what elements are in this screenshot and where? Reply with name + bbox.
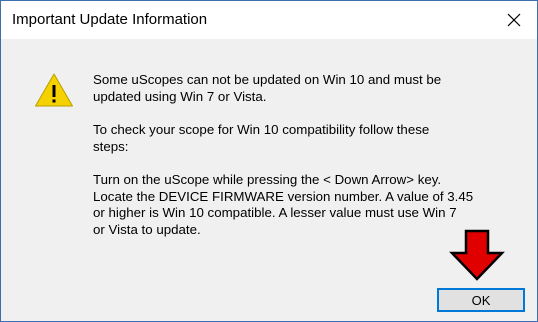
title-bar[interactable]: Important Update Information xyxy=(1,1,537,39)
window-title: Important Update Information xyxy=(12,11,208,28)
message-paragraph-3: Turn on the uScope while pressing the < … xyxy=(93,172,474,237)
warning-icon xyxy=(35,73,73,107)
message-paragraph-2: To check your scope for Win 10 compatibi… xyxy=(93,122,430,154)
ok-button[interactable]: OK xyxy=(437,288,525,312)
dialog-body: Some uScopes can not be updated on Win 1… xyxy=(1,39,537,321)
close-icon xyxy=(507,13,521,27)
message-paragraph-1: Some uScopes can not be updated on Win 1… xyxy=(93,72,442,104)
close-button[interactable] xyxy=(491,1,537,39)
dialog-window: Important Update Information Some uScope… xyxy=(0,0,538,322)
message-text: Some uScopes can not be updated on Win 1… xyxy=(93,72,503,255)
red-down-arrow-icon xyxy=(449,229,505,281)
